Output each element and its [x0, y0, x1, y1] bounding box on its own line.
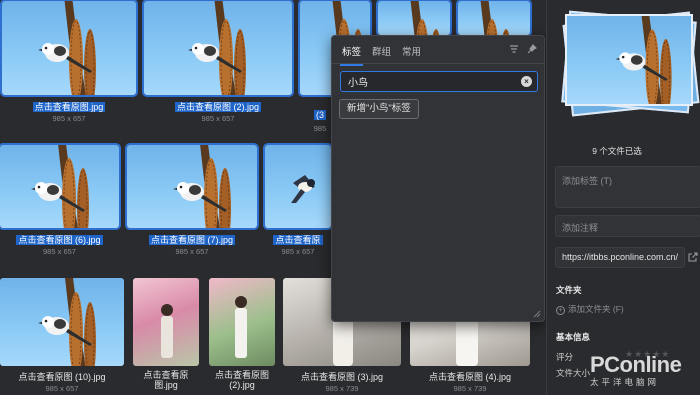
popup-tab-bar: 标签 群组 常用: [332, 36, 544, 66]
image-dimensions: 985 x 657: [52, 114, 86, 123]
open-link-icon[interactable]: [688, 252, 698, 262]
tag-search-input[interactable]: [348, 74, 518, 89]
rating-label: 评分: [556, 352, 574, 362]
image-dimensions: 985 x 739: [325, 384, 359, 393]
image-thumbnail[interactable]: [144, 1, 292, 95]
image-dimensions: 985 x 657: [45, 384, 79, 393]
selection-preview: [559, 6, 700, 126]
image-thumbnail[interactable]: [265, 145, 331, 228]
tag-popup: 标签 群组 常用 × 新增"小鸟"标签: [331, 35, 545, 322]
file-name[interactable]: 点击查看原图 (7).jpg: [127, 233, 257, 246]
image-dimensions: 985 x 657: [281, 247, 315, 256]
image-dimensions: 985 x 739: [453, 384, 487, 393]
add-folder-button[interactable]: + 添加文件夹 (F): [556, 303, 624, 315]
inspector-panel: 9 个文件已选 添加标签 (T) 添加注释 https://itbbs.pcon…: [546, 0, 700, 395]
plus-icon: +: [556, 306, 565, 315]
image-thumbnail[interactable]: [378, 1, 450, 35]
selected-count: 9 个文件已选: [592, 146, 642, 156]
note-input[interactable]: 添加注释: [555, 215, 700, 237]
pin-icon[interactable]: [526, 44, 538, 56]
info-section-title: 基本信息: [556, 332, 591, 342]
watermark-logo: PConline: [590, 352, 682, 377]
tab-groups[interactable]: 群组: [372, 44, 391, 58]
tab-frequent[interactable]: 常用: [402, 44, 421, 58]
image-dimensions: 985 x 657: [43, 247, 76, 256]
folder-section-title: 文件夹: [556, 285, 582, 295]
file-name[interactable]: 点击查看原: [265, 233, 331, 246]
create-tag-button[interactable]: 新增"小鸟"标签: [339, 99, 419, 119]
watermark: PConline 太平洋电脑网: [590, 352, 698, 388]
file-name[interactable]: 点击查看原图.jpg: [2, 100, 136, 113]
image-dimensions: 985 x 657: [175, 247, 209, 256]
image-thumbnail[interactable]: [127, 145, 257, 228]
file-name[interactable]: 点击查看原图 (4).jpg: [410, 372, 530, 382]
tags-input[interactable]: 添加标签 (T): [555, 166, 700, 208]
source-url-field[interactable]: https://itbbs.pconline.com.cn/: [555, 247, 685, 268]
watermark-subtitle: 太平洋电脑网: [590, 377, 660, 387]
sort-icon[interactable]: [508, 44, 520, 56]
image-thumbnail[interactable]: [0, 278, 124, 366]
image-thumbnail[interactable]: [458, 1, 530, 35]
file-name[interactable]: 点击查看原图 (2).jpg: [209, 370, 275, 390]
tag-search-field[interactable]: ×: [340, 71, 538, 92]
image-thumbnail[interactable]: [2, 1, 136, 95]
image-thumbnail[interactable]: [133, 278, 199, 366]
file-name[interactable]: 点击查看原图 (10).jpg: [0, 372, 124, 382]
image-thumbnail[interactable]: [209, 278, 275, 366]
tab-tags[interactable]: 标签: [339, 44, 364, 66]
file-name[interactable]: 点击查看原图.jpg: [133, 370, 199, 390]
clear-icon[interactable]: ×: [521, 76, 532, 87]
image-thumbnail[interactable]: [0, 145, 119, 228]
file-name[interactable]: 点击查看原图 (2).jpg: [144, 100, 292, 113]
file-name[interactable]: 点击查看原图 (6).jpg: [0, 233, 119, 246]
file-name[interactable]: 点击查看原图 (3).jpg: [283, 372, 401, 382]
image-dimensions: 985 x 657: [201, 114, 235, 123]
file-size-label: 文件大小: [556, 368, 591, 378]
resize-handle-icon[interactable]: [533, 310, 541, 318]
